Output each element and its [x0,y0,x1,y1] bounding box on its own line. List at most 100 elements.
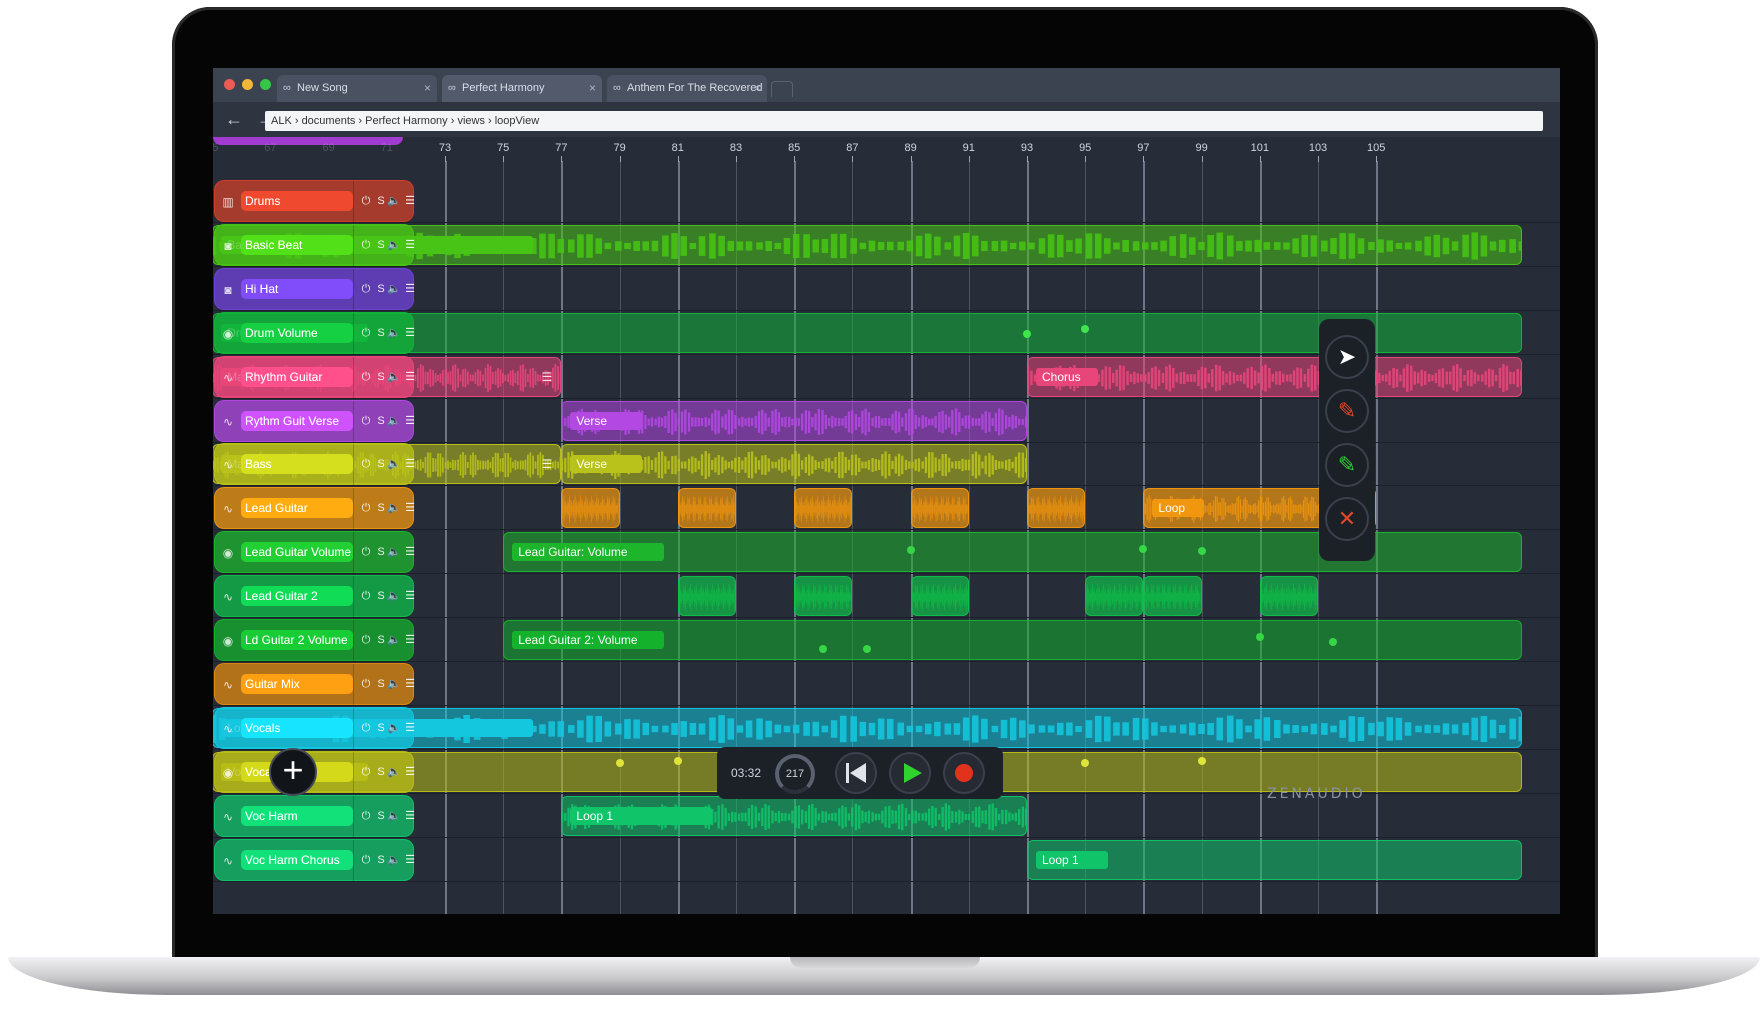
track-name[interactable]: Basic Beat [241,234,353,255]
mute-button[interactable]: 🔈 [387,852,401,868]
track-name[interactable]: Lead Guitar Volume [241,542,353,563]
track-header[interactable]: ∿ Voc Harm Chorus ⏻ S 🔈 ☰ [214,838,417,882]
track-menu-button[interactable]: ☰ [403,369,417,385]
pencil-red-icon[interactable]: ✎ [1325,389,1369,433]
power-button[interactable]: ⏻ [359,325,373,341]
solo-button[interactable]: S [374,413,388,429]
power-button[interactable]: ⏻ [359,544,373,560]
mute-button[interactable]: 🔈 [387,808,401,824]
track-header[interactable]: ∿ Lead Guitar ⏻ S 🔈 ☰ [214,487,415,531]
clip[interactable] [794,576,853,617]
track-header[interactable]: ∿ Voc Harm ⏻ S 🔈 ☰ [214,794,415,838]
clip-menu-icon[interactable]: ☰ [542,370,553,384]
record-button[interactable] [943,752,985,794]
track-menu-button[interactable]: ☰ [403,544,417,560]
clip[interactable]: Chorus [1027,356,1522,397]
solo-button[interactable]: S [374,588,388,604]
solo-button[interactable]: S [374,500,388,516]
mute-button[interactable]: 🔈 [387,720,401,736]
power-button[interactable]: ⏻ [359,500,373,516]
power-button[interactable]: ⏻ [359,676,373,692]
track-name[interactable]: Voc Harm [241,805,353,826]
mute-button[interactable]: 🔈 [387,281,401,297]
power-button[interactable]: ⏻ [359,764,373,780]
track-header[interactable]: ◉ Ld Guitar 2 Volume ⏻ S 🔈 ☰ [214,619,417,662]
rewind-button[interactable] [835,752,877,794]
track-name[interactable]: Hi Hat [241,278,353,299]
track-menu-button[interactable]: ☰ [403,193,417,209]
automation-point[interactable] [1328,638,1337,646]
track-header[interactable]: ▥ Drums ⏻ S 🔈 ☰ [214,180,417,223]
clip[interactable]: Verse [561,400,1027,441]
play-button[interactable] [889,752,931,794]
mute-button[interactable]: 🔈 [387,500,401,516]
pointer-tool-icon[interactable]: ➤ [1325,335,1369,379]
solo-button[interactable]: S [374,544,388,560]
close-icon[interactable]: ✕ [1325,497,1369,541]
back-arrow-icon[interactable]: ← [225,107,243,131]
track-header[interactable]: ◉ Drum Volume ⏻ S 🔈 ☰ [214,311,415,355]
ruler[interactable]: 73 75 77 79 81 83 85 87 89 91 93 95 97 99 101 103 105 65 6… [213,137,1560,162]
solo-button[interactable]: S [374,325,388,341]
track-name[interactable]: Bass [241,454,353,475]
mute-button[interactable]: 🔈 [387,193,401,209]
automation-point[interactable] [1197,547,1206,556]
automation-point[interactable] [1255,633,1264,641]
power-button[interactable]: ⏻ [359,369,373,385]
automation-point[interactable] [1081,324,1090,333]
solo-button[interactable]: S [374,676,388,692]
clip-menu-icon[interactable]: ☰ [542,457,553,471]
track-menu-button[interactable]: ☰ [403,632,417,648]
clip[interactable] [910,576,969,617]
track-menu-button[interactable]: ☰ [403,852,417,868]
new-tab-button[interactable] [771,81,793,97]
track-menu-button[interactable]: ☰ [403,676,417,692]
automation-point[interactable] [819,645,828,653]
tempo-knob[interactable]: 217 [775,754,815,794]
track-name[interactable]: Drum Volume [241,322,353,343]
track-name[interactable]: Voc Harm Chorus [241,849,353,870]
mute-button[interactable]: 🔈 [387,676,401,692]
solo-button[interactable]: S [374,808,388,824]
mute-button[interactable]: 🔈 [387,632,401,648]
power-button[interactable]: ⏻ [359,456,373,472]
automation-point[interactable] [615,758,624,767]
track-name[interactable]: Vocals [241,717,353,738]
close-tab-icon[interactable]: × [424,75,431,102]
automation-point[interactable] [1139,545,1148,554]
track-menu-button[interactable]: ☰ [403,413,417,429]
clip[interactable] [1143,576,1202,617]
clip[interactable]: Lead Guitar 2: Volume [503,620,1522,660]
automation-point[interactable] [1197,756,1206,765]
clip[interactable]: Loop 1 [561,795,1027,836]
tab-new-song[interactable]: ∞ New Song × [277,75,437,102]
track-name[interactable]: Lead Guitar [241,498,353,519]
track-name[interactable]: Guitar Mix [241,673,353,694]
solo-button[interactable]: S [374,456,388,472]
track-menu-button[interactable]: ☰ [403,237,417,253]
maximize-window-button[interactable] [260,79,271,90]
solo-button[interactable]: S [374,281,388,297]
track-header[interactable]: ◙ Basic Beat ⏻ S 🔈 ☰ [214,223,417,267]
clip[interactable] [1085,576,1144,617]
mute-button[interactable]: 🔈 [387,544,401,560]
clip[interactable] [1259,576,1318,617]
solo-button[interactable]: S [374,193,388,209]
power-button[interactable]: ⏻ [359,413,373,429]
clip[interactable] [677,488,736,529]
add-track-button[interactable]: + [269,748,317,796]
power-button[interactable]: ⏻ [359,808,373,824]
track-name[interactable]: Rhythm Guitar [241,366,353,387]
track-header[interactable]: ∿ Lead Guitar 2 ⏻ S 🔈 ☰ [214,575,415,619]
clip[interactable]: Loop 1 [1027,839,1522,880]
track-menu-button[interactable]: ☰ [403,456,417,472]
solo-button[interactable]: S [374,764,388,780]
clip[interactable] [794,488,853,529]
mute-button[interactable]: 🔈 [387,413,401,429]
track-menu-button[interactable]: ☰ [403,764,417,780]
track-header[interactable]: ◉ Lead Guitar Volume ⏻ S 🔈 ☰ [214,531,417,575]
tab-perfect-harmony[interactable]: ∞ Perfect Harmony × [442,75,602,102]
power-button[interactable]: ⏻ [359,632,373,648]
automation-point[interactable] [906,546,915,555]
track-header[interactable]: ∿ Rythm Guit Verse ⏻ S 🔈 ☰ [214,399,417,443]
